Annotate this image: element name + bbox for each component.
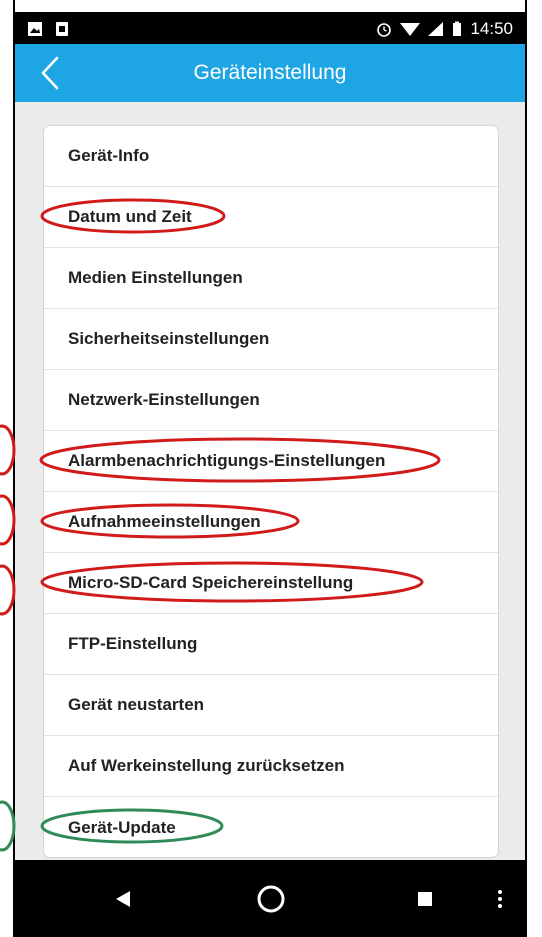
wifi-icon: [400, 23, 421, 36]
menu-item-sd-card-storage[interactable]: Micro-SD-Card Speichereinstellung: [44, 553, 498, 614]
settings-list: Gerät-Info Datum und Zeit Medien Einstel…: [43, 125, 499, 858]
nav-recents-button[interactable]: [395, 860, 455, 937]
status-bar: 14:50: [15, 14, 525, 44]
menu-item-label: Netzwerk-Einstellungen: [68, 390, 260, 409]
sim-notification-icon: [56, 22, 68, 36]
nav-back-button[interactable]: [93, 860, 153, 937]
menu-item-label: Gerät-Update: [68, 817, 176, 837]
menu-item-label: Aufnahmeeinstellungen: [68, 512, 261, 531]
app-bar: Geräteinstellung: [15, 44, 525, 102]
menu-item-label: Sicherheitseinstellungen: [68, 329, 270, 348]
edge-mark-red-3: [0, 564, 16, 616]
nav-home-button[interactable]: [241, 860, 301, 937]
image-notification-icon: [28, 22, 42, 36]
menu-item-alarm-notification-settings[interactable]: Alarmbenachrichtigungs-Einstellungen: [44, 431, 498, 492]
nav-menu-button[interactable]: [485, 860, 515, 937]
menu-item-label: Auf Werkeinstellung zurücksetzen: [68, 756, 345, 775]
square-recents-icon: [418, 891, 432, 906]
menu-item-label: Alarmbenachrichtigungs-Einstellungen: [68, 451, 386, 470]
back-arrow-icon[interactable]: [35, 54, 65, 92]
menu-item-label: Gerät neustarten: [68, 695, 205, 714]
edge-mark-green: [0, 800, 16, 852]
menu-item-restart-device[interactable]: Gerät neustarten: [44, 675, 498, 736]
menu-item-label: Medien Einstellungen: [68, 268, 243, 287]
menu-item-media-settings[interactable]: Medien Einstellungen: [44, 248, 498, 309]
page-title: Geräteinstellung: [193, 61, 347, 84]
triangle-back-icon: [116, 890, 130, 907]
menu-item-date-time[interactable]: Datum und Zeit: [44, 187, 498, 248]
menu-item-security-settings[interactable]: Sicherheitseinstellungen: [44, 309, 498, 370]
edge-mark-red-1: [0, 424, 16, 476]
top-border-box: [13, 0, 527, 14]
alarm-icon: [377, 23, 392, 37]
menu-item-ftp-settings[interactable]: FTP-Einstellung: [44, 614, 498, 675]
battery-icon: [453, 21, 462, 36]
menu-item-label: FTP-Einstellung: [68, 634, 198, 653]
menu-item-label: Micro-SD-Card Speichereinstellung: [68, 573, 354, 592]
menu-item-factory-reset[interactable]: Auf Werkeinstellung zurücksetzen: [44, 736, 498, 797]
edge-mark-red-2: [0, 494, 16, 546]
menu-item-device-update[interactable]: Gerät-Update: [44, 797, 498, 857]
menu-item-network-settings[interactable]: Netzwerk-Einstellungen: [44, 370, 498, 431]
phone-screen: 14:50 Geräteinstellung Gerät-Info Datum …: [13, 0, 527, 937]
navigation-bar: [15, 860, 525, 937]
menu-item-recording-settings[interactable]: Aufnahmeeinstellungen: [44, 492, 498, 553]
menu-item-device-info[interactable]: Gerät-Info: [44, 126, 498, 187]
circle-home-icon: [257, 885, 285, 912]
signal-icon: [428, 22, 444, 36]
menu-item-label: Gerät-Info: [68, 146, 150, 165]
menu-item-label: Datum und Zeit: [68, 207, 192, 226]
more-vertical-icon: [498, 889, 502, 908]
status-time: 14:50: [470, 19, 513, 38]
